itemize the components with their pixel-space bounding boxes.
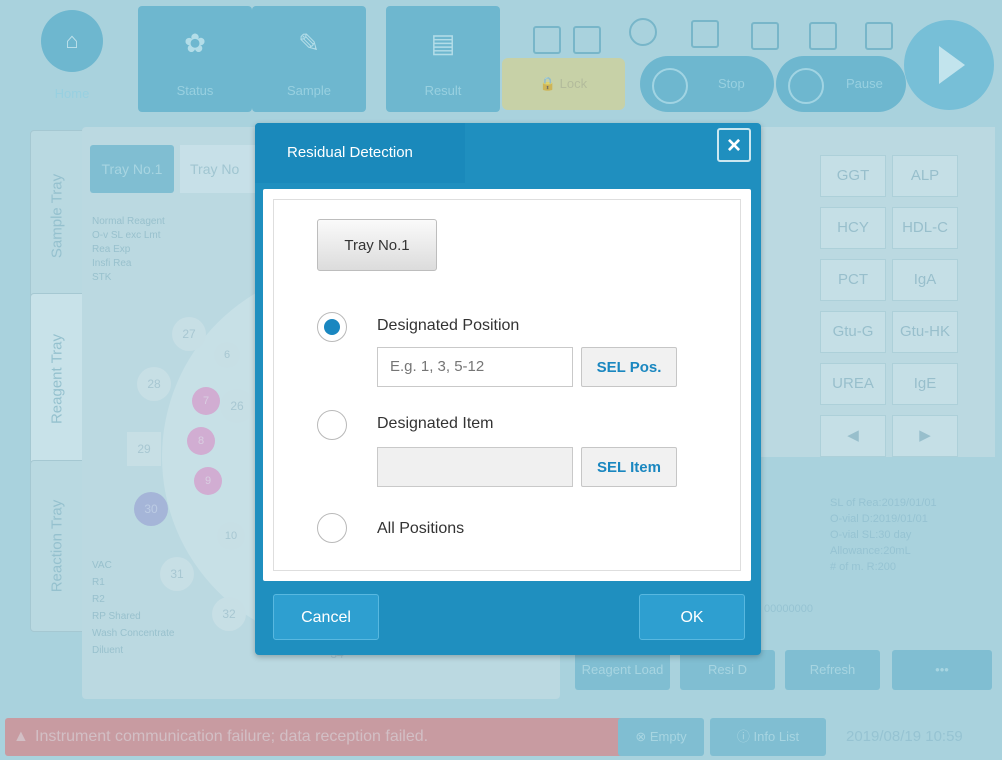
dialog-title: Residual Detection [255,123,465,183]
tray-select-button[interactable]: Tray No.1 [317,219,437,271]
close-button[interactable]: × [717,128,751,162]
app-background: ⌂ Home ✿ Status ✎ Sample ▤ Result 🔒 Lock… [0,0,1002,760]
ok-button[interactable]: OK [639,594,745,640]
sel-item-button[interactable]: SEL Item [581,447,677,487]
cancel-button[interactable]: Cancel [273,594,379,640]
designated-item-label: Designated Item [377,415,494,432]
radio-all-positions[interactable] [317,513,347,543]
close-icon: × [726,132,741,159]
radio-designated-position[interactable] [317,312,347,342]
designated-position-label: Designated Position [377,317,520,334]
radio-designated-item[interactable] [317,410,347,440]
position-input[interactable] [377,347,573,387]
all-positions-label: All Positions [377,520,465,537]
item-input[interactable] [377,447,573,487]
sel-pos-button[interactable]: SEL Pos. [581,347,677,387]
residual-detection-dialog: Residual Detection × Tray No.1 Designate… [255,123,761,655]
